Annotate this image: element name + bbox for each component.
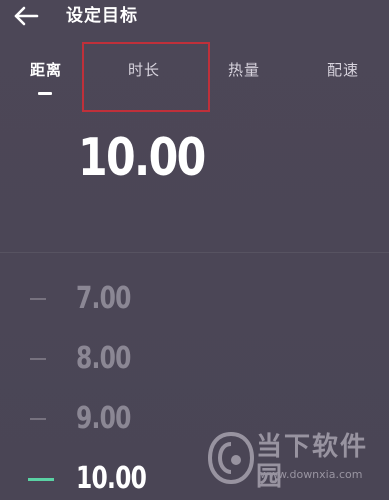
picker-item-label: 10.00 bbox=[76, 461, 147, 496]
divider bbox=[0, 252, 389, 253]
picker-item[interactable]: 7.00 bbox=[0, 278, 389, 318]
active-tab-indicator bbox=[38, 92, 52, 95]
picker-item-label: 9.00 bbox=[76, 401, 131, 436]
tab-pace[interactable]: 配速 bbox=[327, 60, 359, 80]
watermark: 当下软件园 www.downxia.com bbox=[204, 424, 384, 494]
picker-tick bbox=[30, 298, 46, 300]
picker-selected-tick bbox=[28, 478, 54, 481]
picker-tick bbox=[30, 418, 46, 420]
arrow-left-icon bbox=[14, 6, 39, 26]
picker-item-label: 7.00 bbox=[76, 281, 131, 316]
picker-tick bbox=[30, 358, 46, 360]
highlight-annotation-box bbox=[82, 42, 210, 112]
downxia-logo-icon bbox=[207, 431, 255, 485]
header: 设定目标 bbox=[0, 0, 389, 36]
watermark-name: 当下软件园 bbox=[256, 432, 369, 492]
goal-setting-screen: 设定目标 距离 时长 热量 配速 10.00 7.00 8.00 9.00 10… bbox=[0, 0, 389, 500]
picker-item-label: 8.00 bbox=[76, 341, 131, 376]
current-goal-value: 10.00 bbox=[78, 128, 206, 188]
watermark-url: www.downxia.com bbox=[260, 468, 363, 481]
tab-calories[interactable]: 热量 bbox=[228, 60, 260, 80]
picker-item[interactable]: 8.00 bbox=[0, 338, 389, 378]
page-title: 设定目标 bbox=[66, 6, 138, 26]
back-button[interactable] bbox=[12, 4, 40, 28]
tab-distance[interactable]: 距离 bbox=[30, 60, 62, 80]
